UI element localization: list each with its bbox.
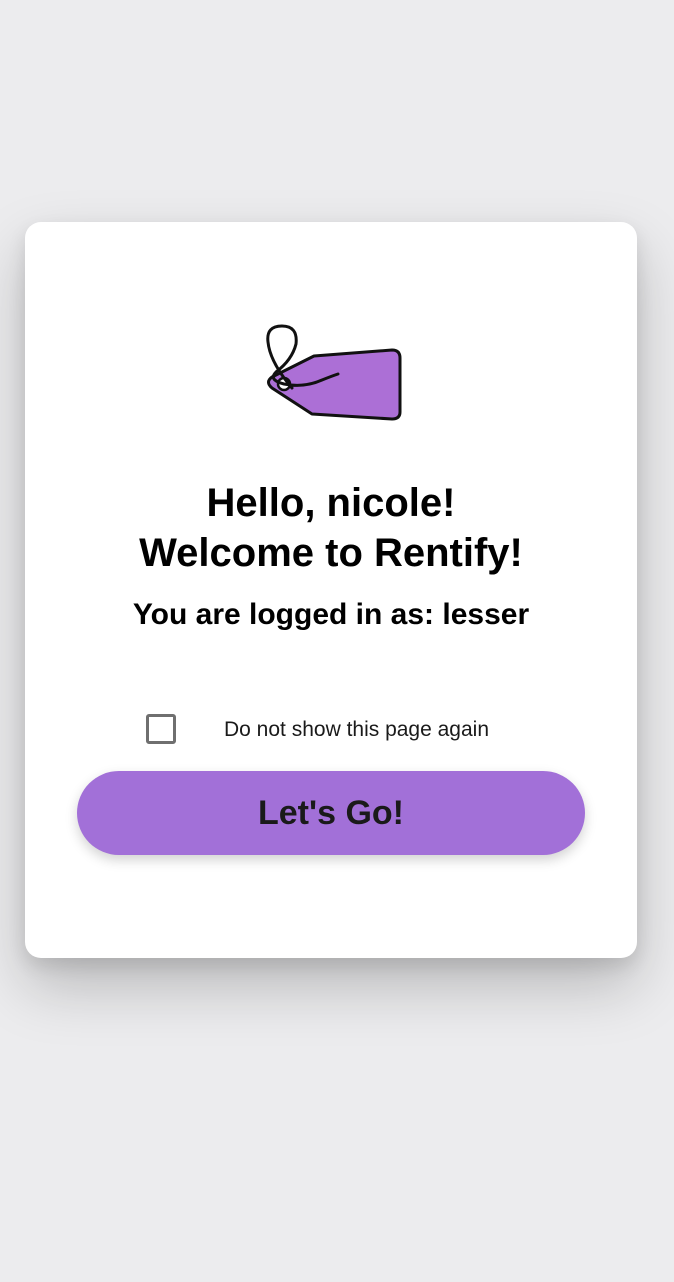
greeting-line-welcome: Welcome to Rentify!: [139, 531, 523, 575]
welcome-heading: Hello, nicole! Welcome to Rentify!: [25, 478, 637, 578]
logged-in-as-text: You are logged in as: lesser: [132, 598, 530, 631]
price-tag-icon: [262, 322, 407, 424]
dont-show-again-label[interactable]: Do not show this page again: [224, 717, 489, 743]
welcome-card: Hello, nicole! Welcome to Rentify! You a…: [25, 222, 637, 958]
lets-go-button[interactable]: Let's Go!: [77, 771, 585, 855]
dont-show-again-checkbox[interactable]: [146, 714, 176, 744]
greeting-line-hello: Hello, nicole!: [206, 481, 456, 525]
